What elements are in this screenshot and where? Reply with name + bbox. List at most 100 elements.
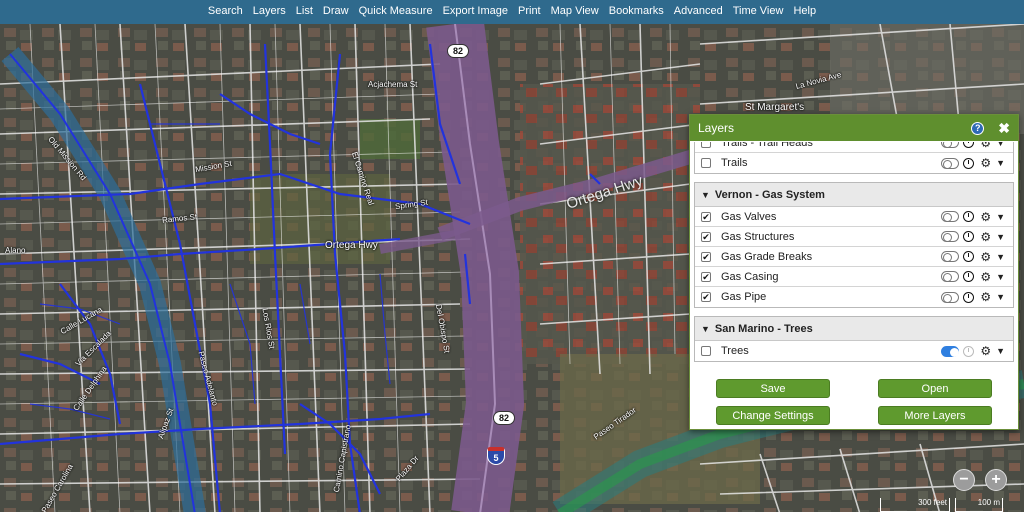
layer-name: Gas Casing (721, 270, 779, 283)
layer-row: ✔ Gas Valves ⚙ ▼ (695, 207, 1013, 227)
layer-group-label: Vernon - Gas System (714, 188, 825, 201)
nav-help[interactable]: Help (788, 5, 821, 17)
layer-name: Trails (721, 157, 748, 169)
chevron-down-icon[interactable]: ▼ (996, 272, 1005, 282)
nav-layers[interactable]: Layers (248, 5, 291, 17)
layer-row: Trails ⚙ ▼ (695, 153, 1013, 173)
layer-row: Trails - Trail Heads ⚙ ▼ (695, 142, 1013, 153)
route-82-shield-bottom: 82 (493, 411, 515, 425)
gear-icon[interactable]: ⚙ (980, 142, 991, 150)
help-icon[interactable]: ? (971, 121, 985, 135)
visibility-toggle[interactable] (941, 142, 960, 148)
visibility-toggle[interactable] (941, 211, 960, 222)
open-button[interactable]: Open (878, 379, 992, 398)
layer-name: Gas Pipe (721, 291, 767, 303)
layer-row: Trees ⚙ ▼ (695, 341, 1013, 361)
layer-checkbox[interactable]: ✔ (701, 231, 711, 242)
gear-icon[interactable]: ⚙ (980, 230, 991, 244)
gear-icon[interactable]: ⚙ (980, 344, 991, 358)
layers-panel-buttons: Save Open Change Settings More Layers (690, 377, 1018, 429)
label-ortega-hwy-small: Ortega Hwy (325, 240, 378, 251)
scale-bar-meters: 100 m (955, 498, 1003, 512)
layer-checkbox[interactable]: ✔ (701, 292, 711, 302)
chevron-down-icon[interactable]: ▼ (996, 252, 1005, 262)
layer-checkbox[interactable]: ✔ (701, 271, 711, 282)
nav-draw[interactable]: Draw (318, 5, 354, 17)
gear-icon[interactable]: ⚙ (980, 250, 991, 264)
nav-map-view[interactable]: Map View (546, 5, 604, 17)
route-82-shield-top: 82 (447, 44, 469, 58)
change-settings-button[interactable]: Change Settings (716, 406, 830, 425)
label-acjachema: Acjachema St (368, 80, 418, 89)
layer-row: ✔ Gas Grade Breaks ⚙ ▼ (695, 247, 1013, 267)
layer-checkbox[interactable] (701, 142, 711, 148)
visibility-toggle[interactable] (941, 251, 960, 262)
visibility-toggle[interactable] (941, 157, 960, 169)
top-nav-bar: Search Layers List Draw Quick Measure Ex… (0, 0, 1024, 22)
scale-bar-feet: 300 feet (880, 498, 950, 512)
layer-row: ✔ Gas Casing ⚙ ▼ (695, 267, 1013, 287)
layer-name: Gas Structures (721, 230, 795, 243)
visibility-toggle[interactable] (941, 291, 960, 303)
layer-checkbox[interactable] (701, 346, 711, 356)
clock-icon[interactable] (963, 345, 975, 357)
chevron-down-icon[interactable]: ▼ (996, 346, 1005, 356)
chevron-down-icon[interactable]: ▼ (996, 232, 1005, 242)
close-icon[interactable]: ✖ (998, 120, 1010, 137)
clock-icon[interactable] (963, 271, 975, 282)
clock-icon[interactable] (963, 231, 975, 242)
interstate-5-shield: 5 (487, 447, 505, 465)
layer-group-label: San Marino - Trees (714, 322, 813, 335)
chevron-down-icon[interactable]: ▼ (996, 158, 1005, 168)
layers-list[interactable]: Trails - Trail Heads ⚙ ▼ Trails ⚙ ▼ ▼ Vernon - … (694, 142, 1014, 386)
nav-quick-measure[interactable]: Quick Measure (354, 5, 438, 17)
layer-row: ✔ Gas Structures ⚙ ▼ (695, 227, 1013, 247)
nav-advanced[interactable]: Advanced (669, 5, 728, 17)
nav-print[interactable]: Print (513, 5, 546, 17)
chevron-down-icon[interactable]: ▼ (996, 212, 1005, 222)
layer-checkbox[interactable]: ✔ (701, 211, 711, 222)
nav-search[interactable]: Search (203, 5, 248, 17)
clock-icon[interactable] (963, 251, 975, 262)
layer-row: ✔ Gas Pipe ⚙ ▼ (695, 287, 1013, 307)
nav-list[interactable]: List (291, 5, 318, 17)
collapse-triangle-icon[interactable]: ▼ (701, 324, 710, 334)
label-st-margarets: St Margaret's (745, 102, 805, 113)
layer-group: ▼ Vernon - Gas System ✔ Gas Valves ⚙ ▼ ✔ Gas St… (694, 182, 1014, 308)
gear-icon[interactable]: ⚙ (980, 156, 991, 170)
label-alano: Alano (5, 246, 26, 255)
nav-time-view[interactable]: Time View (728, 5, 789, 17)
chevron-down-icon[interactable]: ▼ (996, 142, 1005, 148)
visibility-toggle[interactable] (941, 271, 960, 282)
visibility-toggle[interactable] (941, 231, 960, 242)
layers-panel: Layers ? ✖ Trails - Trail Heads ⚙ ▼ Trails ⚙… (689, 114, 1019, 430)
zoom-in-button[interactable]: + (985, 469, 1007, 491)
clock-icon[interactable] (963, 142, 975, 148)
layer-name: Trees (721, 345, 749, 357)
layer-group: ▼ San Marino - Trees Trees ⚙ ▼ (694, 316, 1014, 362)
layer-name: Gas Valves (721, 210, 777, 223)
gear-icon[interactable]: ⚙ (980, 210, 991, 224)
layer-group: Trails - Trail Heads ⚙ ▼ Trails ⚙ ▼ (694, 142, 1014, 174)
collapse-triangle-icon[interactable]: ▼ (701, 190, 710, 200)
zoom-out-button[interactable]: − (953, 469, 975, 491)
chevron-down-icon[interactable]: ▼ (996, 292, 1005, 302)
layers-panel-header[interactable]: Layers ? ✖ (690, 115, 1018, 141)
layer-checkbox[interactable]: ✔ (701, 251, 711, 262)
layer-checkbox[interactable] (701, 158, 711, 168)
more-layers-button[interactable]: More Layers (878, 406, 992, 425)
layers-panel-title: Layers (698, 121, 735, 135)
layer-name: Gas Grade Breaks (721, 250, 813, 263)
clock-icon[interactable] (963, 291, 975, 303)
layer-name: Trails - Trail Heads (721, 142, 813, 149)
layer-group-title[interactable]: ▼ San Marino - Trees (695, 317, 1013, 341)
clock-icon[interactable] (963, 211, 975, 222)
visibility-toggle[interactable] (941, 345, 960, 357)
save-button[interactable]: Save (716, 379, 830, 398)
gear-icon[interactable]: ⚙ (980, 290, 991, 304)
layer-group-title[interactable]: ▼ Vernon - Gas System (695, 183, 1013, 207)
gear-icon[interactable]: ⚙ (980, 270, 991, 284)
nav-export-image[interactable]: Export Image (438, 5, 513, 17)
nav-bookmarks[interactable]: Bookmarks (604, 5, 669, 17)
clock-icon[interactable] (963, 157, 975, 169)
